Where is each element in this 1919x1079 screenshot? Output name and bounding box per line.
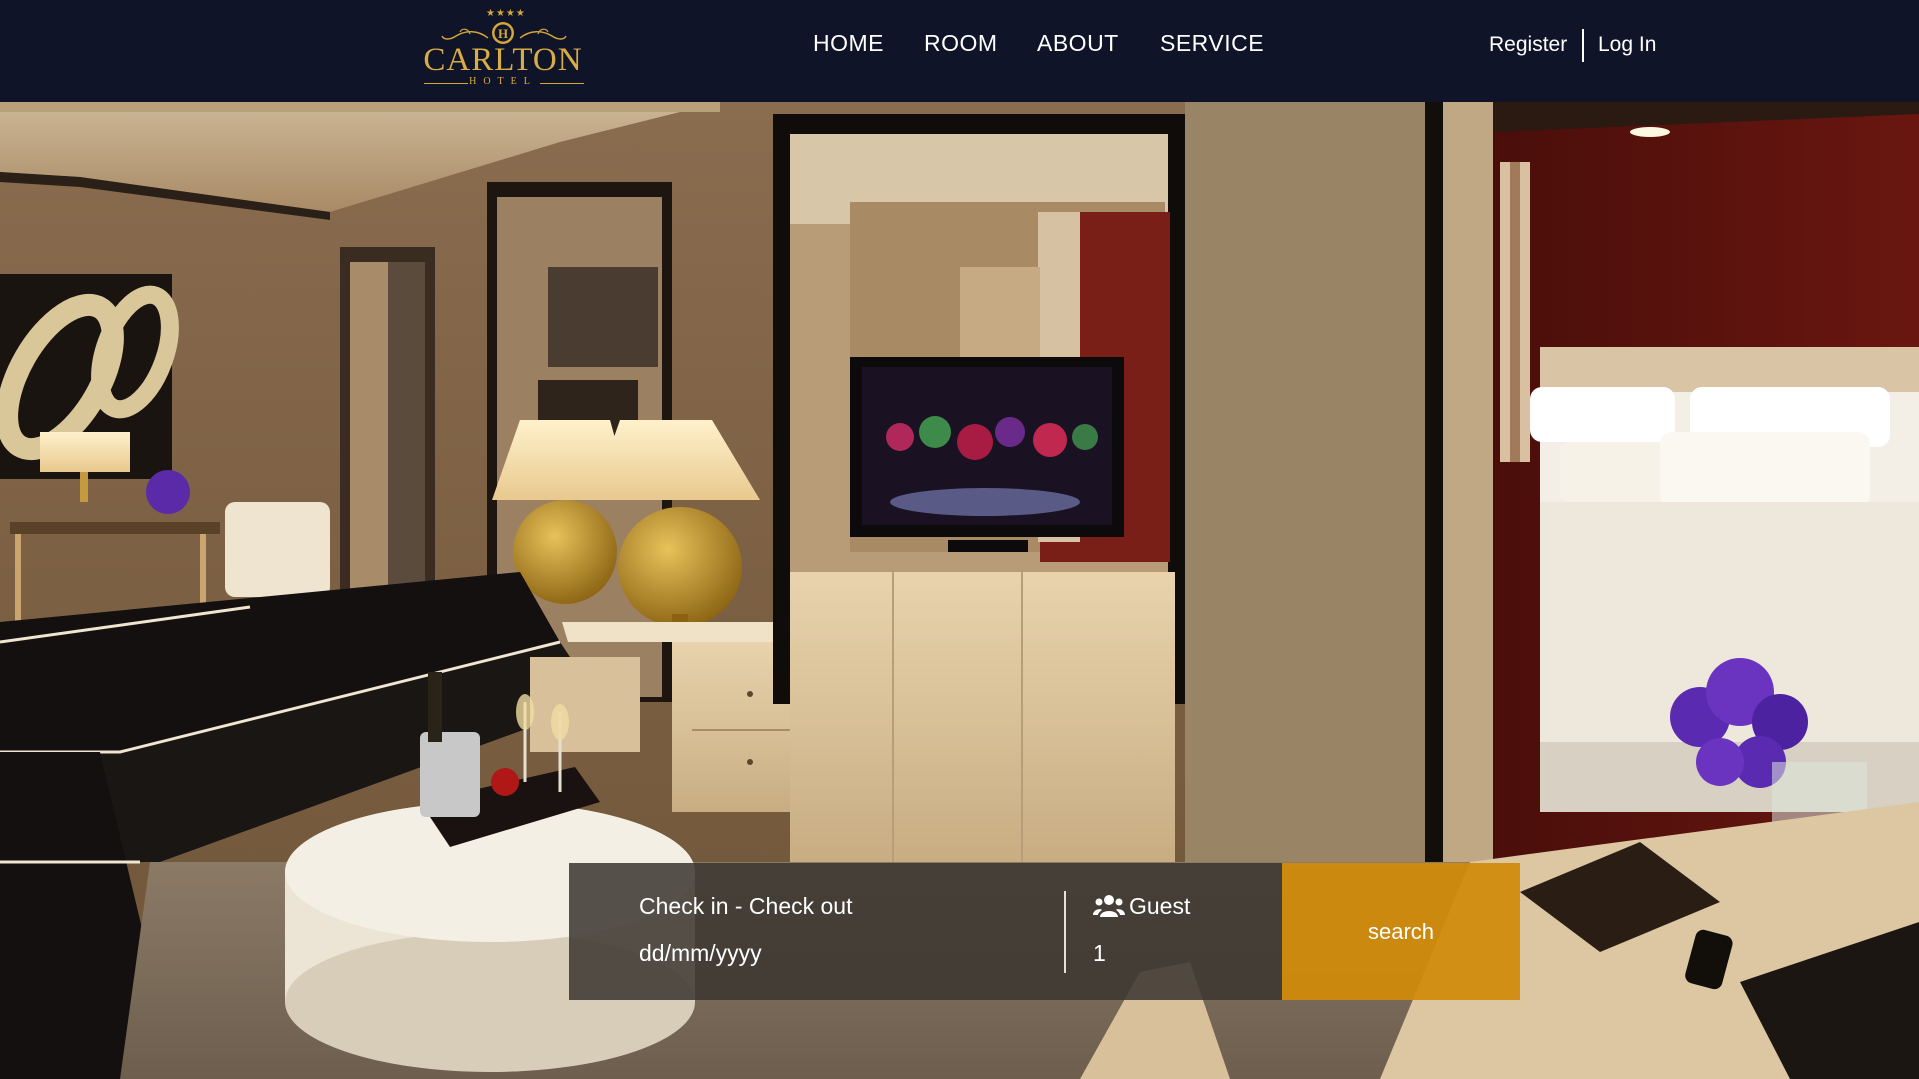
logo-subtitle: HOTEL [469,76,537,87]
register-link[interactable]: Register [1489,33,1567,57]
booking-bar: Check in - Check out Guest search [569,863,1520,1000]
logo-stars: ★★★★ [486,8,526,19]
carlton-hotel-logo[interactable]: ★★★★ H CARLTON HOTEL [418,8,588,88]
guest-input[interactable] [1093,935,1243,971]
nav-home[interactable]: HOME [813,30,884,57]
site-header: ★★★★ H CARLTON HOTEL HOME ROOM ABOUT SER… [0,0,1919,102]
auth-divider [1582,29,1584,62]
nav-room[interactable]: ROOM [924,30,998,57]
booking-panel: Check in - Check out Guest [569,863,1282,1000]
logo-rule-right [540,83,584,84]
nav-service[interactable]: SERVICE [1160,30,1264,57]
dates-input[interactable] [639,935,999,971]
login-link[interactable]: Log In [1598,33,1656,57]
nav-about[interactable]: ABOUT [1037,30,1119,57]
logo-wordmark: CARLTON [423,42,583,78]
users-icon [1093,895,1125,917]
search-button[interactable]: search [1282,863,1520,1000]
dates-label: Check in - Check out [639,893,853,919]
guest-label: Guest [1129,893,1191,919]
booking-separator [1064,891,1066,973]
logo-monogram: H [498,26,508,41]
